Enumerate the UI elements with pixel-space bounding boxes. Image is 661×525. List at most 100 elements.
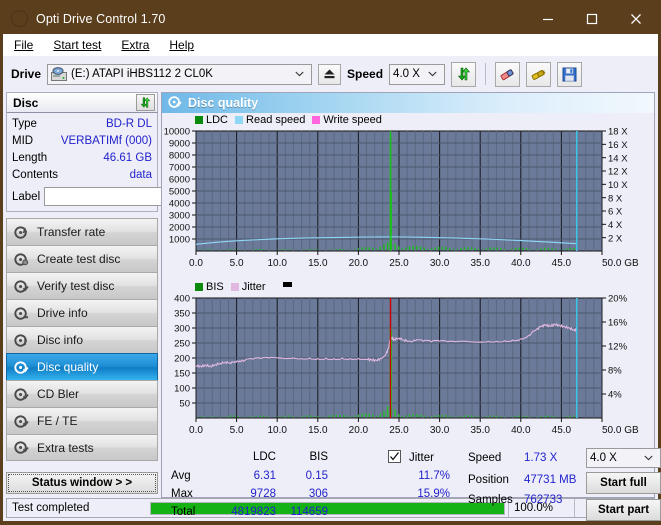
minimize-button[interactable] xyxy=(526,3,570,34)
sidebar-item-fe-te[interactable]: FE / TE xyxy=(6,407,158,434)
sidebar-item-extra-tests[interactable]: Extra tests xyxy=(6,434,158,461)
svg-text:10.0: 10.0 xyxy=(267,425,287,436)
sidebar-item-create-test-disc[interactable]: Create test disc xyxy=(6,245,158,272)
svg-text:6000: 6000 xyxy=(169,175,190,186)
close-button[interactable] xyxy=(614,3,658,34)
start-full-button[interactable]: Start full xyxy=(586,472,661,494)
sidebar-item-label: Drive info xyxy=(37,306,88,320)
erase-button[interactable] xyxy=(495,62,520,87)
svg-text:18 X: 18 X xyxy=(608,127,628,138)
svg-text:4000: 4000 xyxy=(169,199,190,210)
disc-label-row: Label xyxy=(12,186,152,207)
stats-avg-ldc: 6.31 xyxy=(228,470,276,482)
disc-refresh-button[interactable] xyxy=(136,94,155,111)
svg-text:0.0: 0.0 xyxy=(189,258,203,269)
svg-text:45.0: 45.0 xyxy=(552,258,572,269)
stats-position-label: Position xyxy=(468,474,509,486)
svg-text:15.0: 15.0 xyxy=(308,258,328,269)
top-chart-svg: 1000200030004000500060007000800090001000… xyxy=(162,127,657,275)
legend-ldc-label: LDC xyxy=(206,114,228,126)
svg-text:14 X: 14 X xyxy=(608,153,628,164)
disc-info-icon xyxy=(14,333,29,348)
disc-row-contents: Contents data xyxy=(12,167,152,184)
disc-quality-icon xyxy=(14,360,29,375)
chevron-down-icon[interactable] xyxy=(291,69,309,79)
menu-start-test[interactable]: Start test xyxy=(50,38,112,52)
svg-text:50.0 GB: 50.0 GB xyxy=(602,425,639,436)
refresh-button[interactable] xyxy=(451,62,476,87)
sidebar-item-label: Transfer rate xyxy=(37,225,105,239)
drive-toolbar: Drive (E:) ATAPI iHBS112 2 CL0K Speed 4.… xyxy=(3,56,658,92)
disc-row-type: Type BD-R DL xyxy=(12,116,152,133)
svg-text:20.0: 20.0 xyxy=(349,425,369,436)
disc-type-key: Type xyxy=(12,116,37,133)
svg-text:150: 150 xyxy=(174,369,190,380)
disc-fete-icon xyxy=(14,414,29,429)
disc-length-value: 46.61 GB xyxy=(103,150,152,167)
menu-help[interactable]: Help xyxy=(166,38,205,52)
svg-text:1000: 1000 xyxy=(169,235,190,246)
disc-type-value: BD-R DL xyxy=(106,116,152,133)
svg-text:35.0: 35.0 xyxy=(470,258,490,269)
status-window-button[interactable]: Status window > > xyxy=(6,472,158,494)
sidebar: Disc Type BD-R DL MID VERBATIMf (000) Le… xyxy=(6,92,158,498)
legend-ldc-swatch xyxy=(195,116,203,124)
stats-max-bis: 306 xyxy=(284,488,328,500)
stats-samples-value: 762733 xyxy=(524,494,562,506)
drive-label: Drive xyxy=(11,67,41,81)
svg-text:3000: 3000 xyxy=(169,211,190,222)
svg-text:45.0: 45.0 xyxy=(552,425,572,436)
save-button[interactable] xyxy=(557,62,582,87)
sidebar-item-label: Disc quality xyxy=(37,360,98,374)
drive-select[interactable]: (E:) ATAPI iHBS112 2 CL0K xyxy=(47,64,312,85)
main-body: Disc Type BD-R DL MID VERBATIMf (000) Le… xyxy=(3,92,658,498)
legend-jitter: Jitter xyxy=(231,281,266,293)
svg-text:8%: 8% xyxy=(608,366,622,377)
disc-panel-header: Disc xyxy=(6,92,158,113)
svg-text:30.0: 30.0 xyxy=(430,425,450,436)
legend-read-speed: Read speed xyxy=(235,114,305,126)
svg-text:350: 350 xyxy=(174,309,190,320)
chevron-down-icon[interactable] xyxy=(640,453,658,463)
menu-file[interactable]: File xyxy=(11,38,44,52)
svg-text:12%: 12% xyxy=(608,342,628,353)
disc-row-mid: MID VERBATIMf (000) xyxy=(12,133,152,150)
disc-bler-icon xyxy=(14,387,29,402)
stats-max-jitter: 15.9% xyxy=(394,488,450,500)
chevron-down-icon[interactable] xyxy=(424,69,442,79)
maximize-button[interactable] xyxy=(570,3,614,34)
sidebar-item-transfer-rate[interactable]: Transfer rate xyxy=(6,218,158,245)
drag-handle-icon[interactable] xyxy=(283,282,292,287)
sidebar-nav: Transfer rate Create test disc Verify te… xyxy=(6,218,158,461)
sidebar-item-disc-quality[interactable]: Disc quality xyxy=(6,353,158,380)
svg-text:10.0: 10.0 xyxy=(267,258,287,269)
stats-row-total-label: Total xyxy=(171,506,195,518)
jitter-checkbox-box[interactable] xyxy=(388,450,401,463)
disc-panel-title: Disc xyxy=(13,96,38,110)
svg-text:2000: 2000 xyxy=(169,223,190,234)
chart-drag-handle[interactable] xyxy=(273,282,292,292)
stats-row-max-label: Max xyxy=(171,488,193,500)
sidebar-item-label: Create test disc xyxy=(37,252,120,266)
svg-text:100: 100 xyxy=(174,384,190,395)
start-part-button[interactable]: Start part xyxy=(586,499,661,521)
sidebar-item-verify-test-disc[interactable]: Verify test disc xyxy=(6,272,158,299)
test-speed-select[interactable]: 4.0 X xyxy=(586,448,661,468)
sidebar-item-disc-info[interactable]: Disc info xyxy=(6,326,158,353)
bottom-chart-legend: BIS Jitter xyxy=(162,280,654,294)
sidebar-item-cd-bler[interactable]: CD Bler xyxy=(6,380,158,407)
jitter-checkbox[interactable] xyxy=(388,450,401,465)
menu-extra-label: Extra xyxy=(121,38,149,52)
disc-extra-icon xyxy=(14,440,29,455)
svg-text:12 X: 12 X xyxy=(608,167,628,178)
menu-extra[interactable]: Extra xyxy=(118,38,160,52)
test-speed-value: 4.0 X xyxy=(590,452,617,464)
stats-avg-bis: 0.15 xyxy=(284,470,328,482)
settings-button[interactable] xyxy=(526,62,551,87)
speed-label: Speed xyxy=(347,67,383,81)
app-window: Opti Drive Control 1.70 File Start test … xyxy=(0,0,661,524)
disc-verify-icon xyxy=(14,279,29,294)
eject-button[interactable] xyxy=(318,64,341,85)
speed-select[interactable]: 4.0 X xyxy=(389,64,445,85)
sidebar-item-drive-info[interactable]: Drive info xyxy=(6,299,158,326)
